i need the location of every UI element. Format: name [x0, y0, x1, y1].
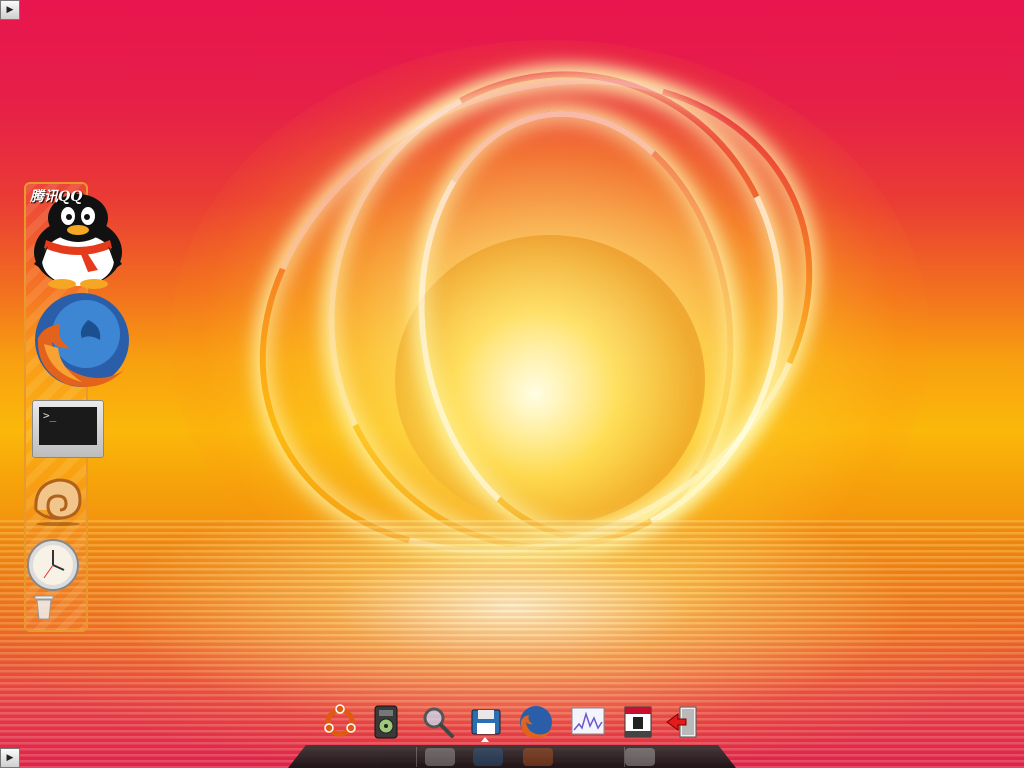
save-floppy-icon: [471, 709, 501, 735]
search-launcher[interactable]: [420, 704, 456, 740]
dock-reflection: [625, 748, 655, 766]
terminal-icon: >_: [32, 400, 104, 458]
firefox-launcher[interactable]: [30, 290, 134, 390]
calendar-icon: [624, 706, 652, 738]
ubuntu-logo-icon: [324, 704, 356, 737]
trash-icon: [34, 595, 54, 620]
dock-reflection: [523, 748, 553, 766]
terminal-prompt: >_: [39, 407, 97, 445]
bottom-dock-shelf: [288, 745, 736, 768]
qq-logo-text: 腾讯QQ: [30, 189, 83, 205]
clock-icon: [27, 539, 79, 591]
clock-launcher[interactable]: [26, 538, 80, 592]
arrow-right-icon: ▶: [6, 753, 14, 763]
top-edge-toggle-button[interactable]: ▶: [0, 0, 20, 20]
wallpaper-water: [0, 520, 1024, 768]
logout-icon: [666, 706, 697, 738]
wallpaper-ring: [391, 90, 761, 562]
bottom-edge-toggle-button[interactable]: ▶: [0, 748, 20, 768]
system-monitor-launcher[interactable]: [570, 704, 606, 740]
trash-launcher[interactable]: [33, 592, 55, 620]
desktop-background: [0, 0, 1024, 768]
dock-reflection: [425, 748, 455, 766]
logout-launcher[interactable]: [664, 704, 700, 740]
arrow-right-icon: ▶: [6, 5, 14, 15]
ubuntu-launcher[interactable]: [322, 704, 358, 740]
firefox-icon: [35, 293, 129, 387]
firefox-dock-launcher[interactable]: [518, 704, 554, 740]
nautilus-shell-icon: [34, 478, 82, 526]
media-player-launcher[interactable]: [368, 704, 404, 740]
dock-reflection: [473, 748, 503, 766]
nautilus-launcher[interactable]: [30, 474, 86, 526]
wallpaper-sphere: [395, 235, 705, 525]
calendar-launcher[interactable]: [620, 704, 656, 740]
search-magnifier-icon: [423, 707, 454, 738]
firefox-icon: [520, 706, 552, 739]
active-indicator-icon: [481, 737, 489, 742]
media-player-icon: [374, 705, 398, 739]
terminal-launcher[interactable]: >_: [32, 400, 106, 462]
system-monitor-icon: [571, 707, 605, 735]
dock-separator: [416, 747, 417, 767]
save-launcher[interactable]: [468, 704, 504, 740]
